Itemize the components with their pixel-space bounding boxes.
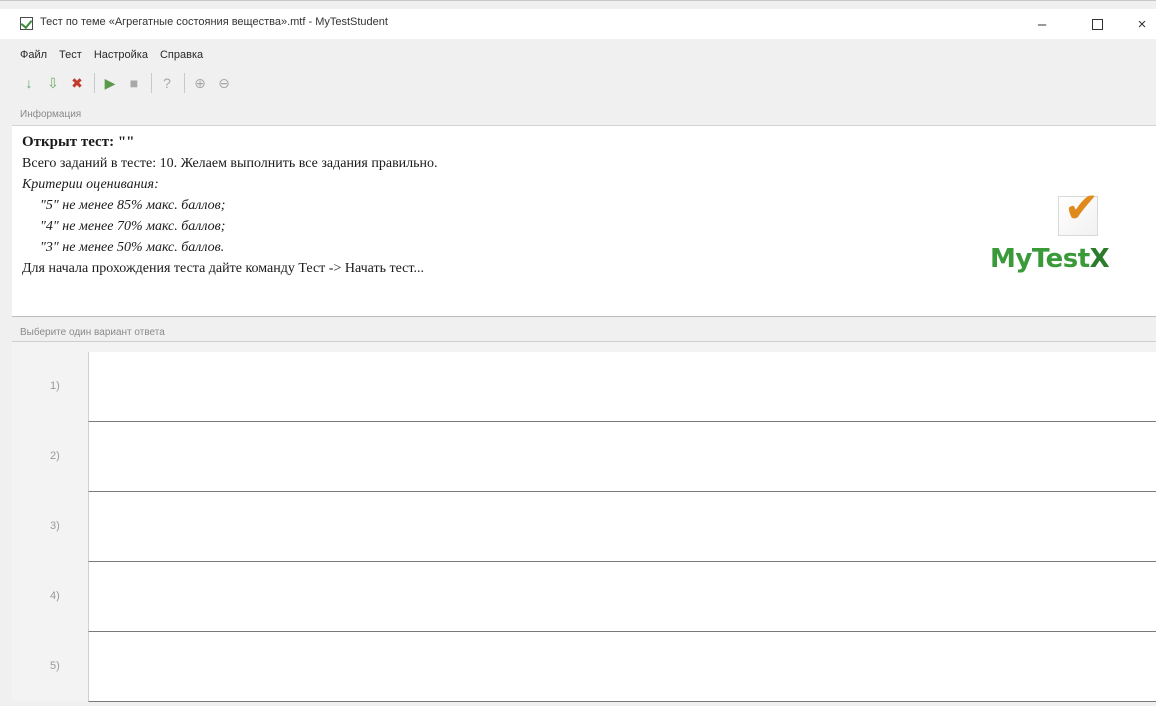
opened-test-line: Открыт тест: "" — [22, 134, 135, 150]
answers-panel: 1) 2) 3) 4) 5) — [12, 341, 1156, 702]
close-test-icon[interactable]: ✖ — [66, 71, 88, 95]
menu-bar: Файл Тест Настройка Справка — [0, 45, 1156, 65]
logo-brand-main: MyTest — [990, 244, 1090, 274]
save-down-arrow-icon[interactable]: ⇩ — [42, 71, 64, 95]
criteria-grade-3: "3" не менее 50% макс. баллов. — [40, 240, 225, 255]
answer-option-text[interactable] — [88, 492, 1156, 562]
maximize-icon — [1091, 18, 1103, 30]
answer-option[interactable]: 1) — [12, 352, 1156, 422]
help-icon[interactable]: ? — [156, 71, 178, 95]
open-down-arrow-icon[interactable]: ↓ — [18, 71, 40, 95]
answers-caption: Выберите один вариант ответа — [20, 327, 165, 338]
close-button[interactable]: × — [1120, 11, 1156, 37]
app-check-icon — [20, 17, 33, 30]
minimize-button[interactable]: – — [1020, 11, 1064, 37]
window-title: Тест по теме «Агрегатные состояния вещес… — [40, 16, 388, 28]
answer-option[interactable]: 3) — [12, 492, 1156, 562]
answer-option-text[interactable] — [88, 422, 1156, 492]
app-window: Тест по теме «Агрегатные состояния вещес… — [0, 0, 1156, 706]
maximize-button[interactable] — [1075, 11, 1119, 37]
toolbar-separator — [94, 73, 95, 93]
answer-option[interactable]: 4) — [12, 562, 1156, 632]
info-caption: Информация — [20, 109, 82, 120]
logo-brand-x: X — [1089, 244, 1110, 274]
answer-option[interactable]: 5) — [12, 632, 1156, 702]
start-test-icon[interactable]: ▶ — [99, 71, 121, 95]
menu-settings[interactable]: Настройка — [94, 49, 148, 61]
answer-option-text[interactable] — [88, 632, 1156, 702]
mytestx-logo: ✔ MyTestX — [990, 186, 1156, 306]
answer-option-label: 1) — [50, 380, 60, 392]
zoom-out-icon[interactable]: ⊖ — [213, 71, 235, 95]
answer-option-text[interactable] — [88, 352, 1156, 422]
logo-wordmark: MyTestX — [990, 244, 1110, 274]
stop-icon[interactable]: ■ — [123, 71, 145, 95]
toolbar: ↓ ⇩ ✖ ▶ ■ ? ⊕ ⊖ — [18, 67, 237, 99]
criteria-grade-5: "5" не менее 85% макс. баллов; — [40, 198, 226, 213]
start-instruction-line: Для начала прохождения теста дайте коман… — [22, 261, 424, 276]
checkmark-icon: ✔ — [1064, 184, 1100, 231]
answer-option-text[interactable] — [88, 562, 1156, 632]
tasks-line: Всего заданий в тесте: 10. Желаем выполн… — [22, 156, 438, 171]
answer-option-label: 3) — [50, 520, 60, 532]
answer-option[interactable]: 2) — [12, 422, 1156, 492]
toolbar-separator — [151, 73, 152, 93]
info-panel: Открыт тест: "" Всего заданий в тесте: 1… — [12, 125, 1156, 317]
criteria-heading: Критерии оценивания: — [22, 177, 159, 192]
info-text: Открыт тест: "" Всего заданий в тесте: 1… — [22, 132, 438, 279]
answer-option-label: 2) — [50, 450, 60, 462]
criteria-grade-4: "4" не менее 70% макс. баллов; — [40, 219, 226, 234]
menu-file[interactable]: Файл — [20, 49, 47, 61]
answer-option-label: 4) — [50, 590, 60, 602]
toolbar-separator — [184, 73, 185, 93]
title-bar: Тест по теме «Агрегатные состояния вещес… — [0, 9, 1156, 39]
answer-option-label: 5) — [50, 660, 60, 672]
zoom-in-icon[interactable]: ⊕ — [189, 71, 211, 95]
menu-test[interactable]: Тест — [59, 49, 82, 61]
menu-help[interactable]: Справка — [160, 49, 203, 61]
